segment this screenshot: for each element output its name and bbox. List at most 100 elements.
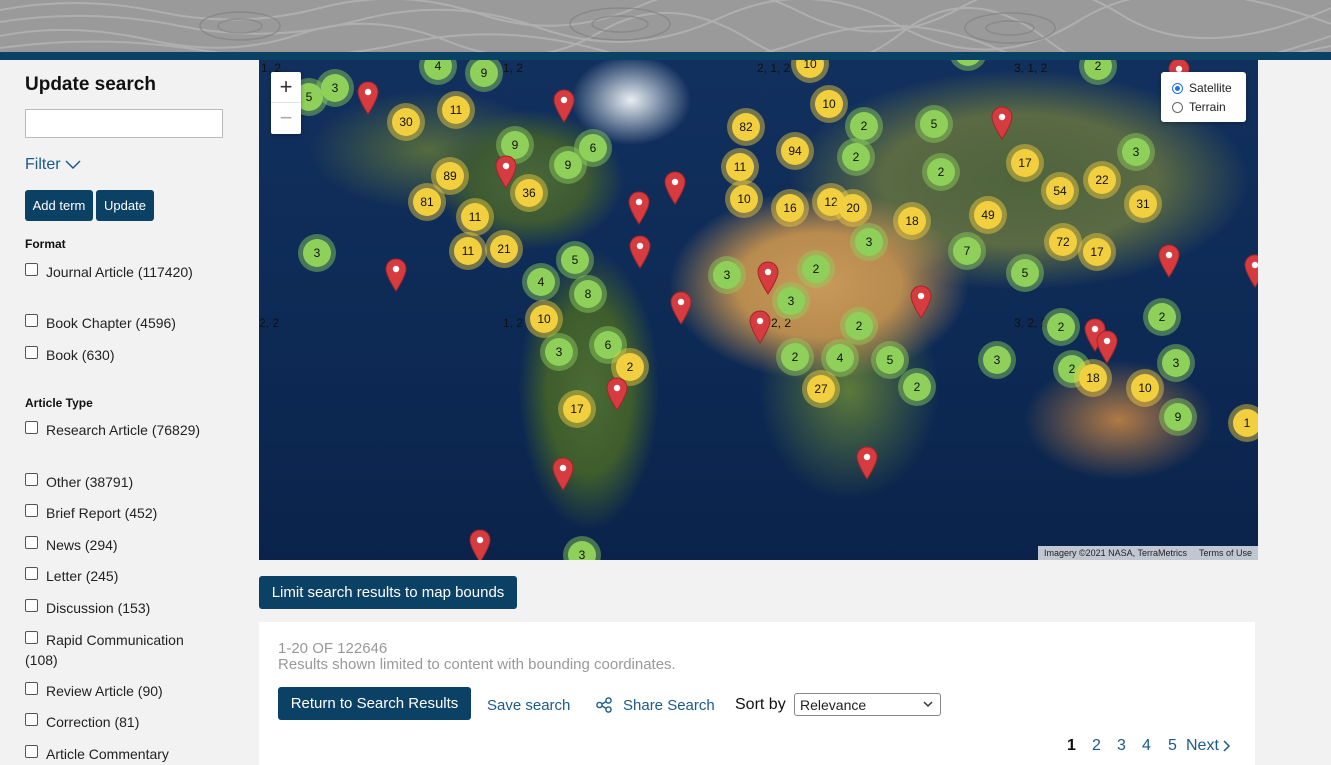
checkbox[interactable]	[25, 504, 38, 517]
map-cluster[interactable]: 2	[903, 373, 931, 401]
map-cluster[interactable]: 3	[321, 74, 349, 102]
map-cluster[interactable]: 9	[470, 60, 498, 87]
add-term-button[interactable]: Add term	[25, 190, 93, 221]
radio-unselected[interactable]	[1172, 101, 1183, 113]
map-cluster[interactable]: 9	[1164, 403, 1192, 431]
checkbox[interactable]	[25, 599, 38, 612]
return-to-search-results-button[interactable]: Return to Search Results	[278, 687, 471, 720]
map-cluster[interactable]: 10	[815, 90, 843, 118]
map-cluster[interactable]: 5	[876, 346, 904, 374]
map-marker-icon[interactable]	[606, 377, 628, 411]
map-cluster[interactable]: 82	[732, 113, 760, 141]
map-cluster[interactable]: 10	[1131, 374, 1159, 402]
map-cluster[interactable]: 11	[442, 96, 470, 124]
map-marker-icon[interactable]	[385, 258, 407, 292]
map-cluster[interactable]: 72	[1049, 228, 1077, 256]
map-cluster[interactable]: 3	[1122, 138, 1150, 166]
map-cluster[interactable]: 5	[1011, 259, 1039, 287]
map-cluster[interactable]: 11	[461, 203, 489, 231]
type-discussion[interactable]: Discussion (153)	[25, 598, 230, 618]
map-cluster[interactable]: 27	[807, 375, 835, 403]
map-cluster[interactable]: 16	[776, 194, 804, 222]
type-review-article[interactable]: Review Article (90)	[25, 681, 230, 701]
map-cluster[interactable]: 2	[802, 255, 830, 283]
map-cluster[interactable]: 3	[1162, 349, 1190, 377]
map-marker-icon[interactable]	[553, 89, 575, 123]
format-book-chapter[interactable]: Book Chapter (4596)	[25, 313, 230, 333]
map-cluster[interactable]: 4	[527, 268, 555, 296]
update-button[interactable]: Update	[96, 190, 154, 221]
map-marker-icon[interactable]	[357, 81, 379, 115]
map-marker-icon[interactable]	[1244, 254, 1258, 288]
map-cluster[interactable]: 22	[1088, 166, 1116, 194]
map-cluster[interactable]: 9	[554, 151, 582, 179]
map-cluster[interactable]: 81	[413, 188, 441, 216]
map-cluster[interactable]: 54	[1046, 177, 1074, 205]
map-cluster[interactable]: 94	[781, 137, 809, 165]
type-brief-report[interactable]: Brief Report (452)	[25, 503, 230, 523]
format-journal-article[interactable]: Journal Article (117420)	[25, 262, 230, 282]
terrain-option[interactable]: Terrain	[1172, 100, 1226, 114]
map-cluster[interactable]: 2	[927, 158, 955, 186]
map-marker-icon[interactable]	[910, 285, 932, 319]
map-cluster[interactable]: 6	[579, 134, 607, 162]
type-research-article[interactable]: Research Article (76829)	[25, 420, 230, 440]
map-marker-icon[interactable]	[670, 291, 692, 325]
map-marker-icon[interactable]	[1158, 244, 1180, 278]
map-cluster[interactable]: 89	[436, 162, 464, 190]
type-other[interactable]: Other (38791)	[25, 472, 230, 492]
map-cluster[interactable]: 2	[850, 112, 878, 140]
map-cluster[interactable]: 3	[777, 287, 805, 315]
map-marker-icon[interactable]	[552, 457, 574, 491]
map-marker-icon[interactable]	[757, 261, 779, 295]
checkbox[interactable]	[25, 631, 38, 644]
map-cluster[interactable]: 3	[855, 228, 883, 256]
map-marker-icon[interactable]	[469, 529, 491, 560]
page-5[interactable]: 5	[1168, 737, 1177, 755]
map-cluster[interactable]: 49	[974, 201, 1002, 229]
map-cluster[interactable]: 2	[954, 60, 982, 66]
checkbox[interactable]	[25, 346, 38, 359]
map-cluster[interactable]: 18	[1079, 364, 1107, 392]
type-rapid-communication[interactable]: Rapid Communication (108)	[25, 630, 195, 670]
map-cluster[interactable]: 10	[730, 185, 758, 213]
checkbox[interactable]	[25, 421, 38, 434]
map-marker-icon[interactable]	[749, 310, 771, 344]
zoom-out-button[interactable]: −	[271, 103, 301, 133]
map-cluster[interactable]: 17	[1083, 238, 1111, 266]
map-cluster[interactable]: 4	[424, 60, 452, 80]
map-cluster[interactable]: 6	[594, 331, 622, 359]
map-marker-icon[interactable]	[495, 155, 517, 189]
map-cluster[interactable]: 11	[726, 153, 754, 181]
map-marker-icon[interactable]	[629, 235, 651, 269]
map-marker-icon[interactable]	[664, 171, 686, 205]
map-cluster[interactable]: 20	[839, 194, 867, 222]
map-marker-icon[interactable]	[1096, 330, 1118, 364]
map-cluster[interactable]: 5	[920, 110, 948, 138]
map-cluster[interactable]: 8	[574, 280, 602, 308]
type-letter[interactable]: Letter (245)	[25, 566, 230, 586]
map-marker-icon[interactable]	[856, 446, 878, 480]
type-article-commentary[interactable]: Article Commentary	[25, 744, 230, 764]
map-cluster[interactable]: 11	[454, 237, 482, 265]
share-search-link[interactable]: Share Search	[623, 697, 715, 714]
map-cluster[interactable]: 3	[303, 239, 331, 267]
map-cluster[interactable]: 2	[781, 343, 809, 371]
page-3[interactable]: 3	[1117, 737, 1126, 755]
map-cluster[interactable]: 4	[826, 344, 854, 372]
map-cluster[interactable]: 17	[1011, 149, 1039, 177]
checkbox[interactable]	[25, 473, 38, 486]
map-cluster[interactable]: 1	[1233, 409, 1258, 437]
satellite-option[interactable]: Satellite	[1172, 81, 1232, 95]
map-cluster[interactable]: 2	[1084, 60, 1112, 80]
results-map[interactable]: 1, 2 1, 2 2, 1, 2 3, 1, 2 2, 2 1, 2 2, 2 3, 2, …	[259, 60, 1258, 560]
map-cluster[interactable]: 31	[1129, 190, 1157, 218]
map-cluster[interactable]: 2	[845, 312, 873, 340]
radio-selected[interactable]	[1172, 82, 1183, 94]
map-marker-icon[interactable]	[991, 106, 1013, 140]
next-page-link[interactable]: Next	[1186, 737, 1231, 755]
zoom-in-button[interactable]: +	[271, 72, 301, 103]
map-cluster[interactable]: 7	[953, 237, 981, 265]
filter-toggle[interactable]: Filter	[25, 156, 81, 174]
checkbox[interactable]	[25, 314, 38, 327]
